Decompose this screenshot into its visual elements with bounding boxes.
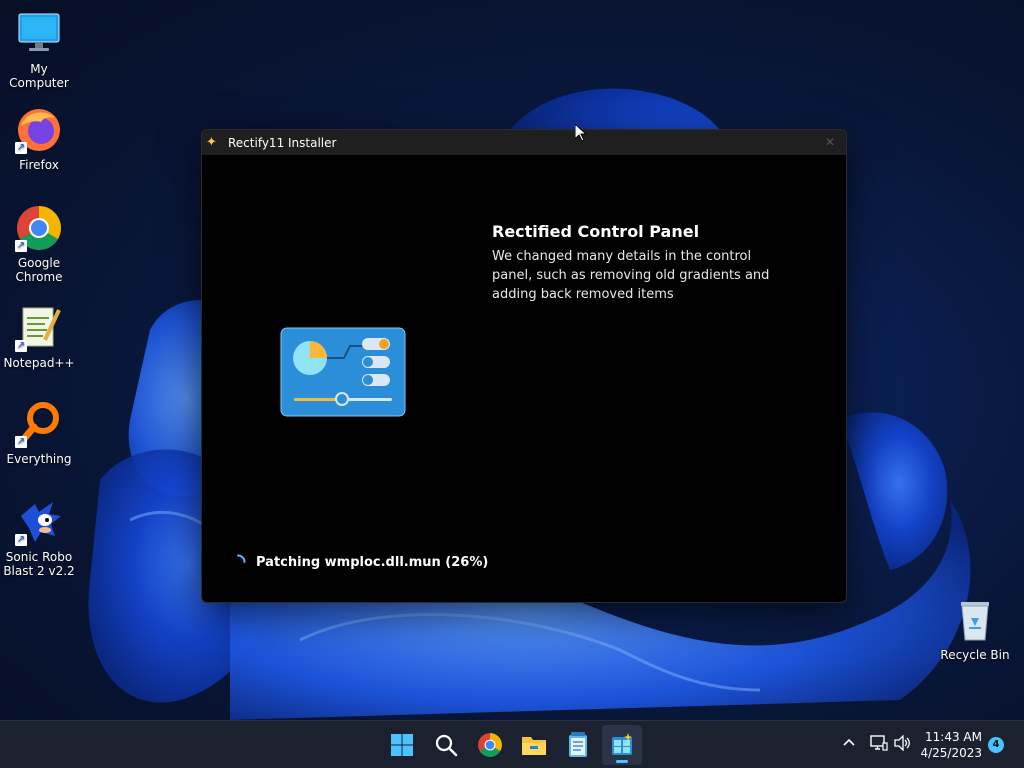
desktop-icon-label: Everything bbox=[6, 452, 72, 466]
shortcut-arrow-icon: ↗ bbox=[15, 436, 27, 448]
chevron-up-icon bbox=[843, 738, 855, 746]
desktop-icon-firefox[interactable]: ↗ Firefox bbox=[0, 106, 78, 172]
clock[interactable]: 11:43 AM 4/25/2023 bbox=[920, 729, 982, 761]
sonic-icon: ↗ bbox=[15, 498, 63, 546]
desktop: My Computer ↗ Firefox ↗ Google Chrome ↗ … bbox=[0, 0, 1024, 720]
notepadpp-icon: ↗ bbox=[15, 304, 63, 352]
shortcut-arrow-icon: ↗ bbox=[15, 340, 27, 352]
desktop-icon-label: Firefox bbox=[19, 158, 59, 172]
installer-window[interactable]: ✦ Rectify11 Installer ✕ Rectified Contro… bbox=[201, 129, 847, 603]
recycle-bin-icon bbox=[951, 596, 999, 644]
clock-time: 11:43 AM bbox=[925, 730, 982, 744]
spinner-icon bbox=[237, 554, 246, 563]
status-text: Patching wmploc.dll.mun (26%) bbox=[256, 554, 489, 570]
start-button[interactable] bbox=[382, 725, 422, 765]
volume-icon bbox=[894, 734, 910, 752]
volume-button[interactable] bbox=[894, 734, 912, 755]
desktop-icon-label: My Computer bbox=[9, 62, 69, 90]
mouse-cursor-icon bbox=[575, 124, 587, 142]
search-icon bbox=[435, 734, 458, 757]
taskbar-rectify11-button[interactable] bbox=[602, 725, 642, 765]
taskbar: 11:43 AM 4/25/2023 4 bbox=[0, 720, 1024, 768]
desktop-icon-my-computer[interactable]: My Computer bbox=[0, 10, 78, 90]
desktop-icon-label: Notepad++ bbox=[3, 356, 75, 370]
shortcut-arrow-icon: ↗ bbox=[15, 142, 27, 154]
chrome-icon bbox=[478, 733, 502, 757]
network-icon bbox=[870, 735, 888, 751]
desktop-icon-everything[interactable]: ↗ Everything bbox=[0, 400, 78, 466]
taskbar-notepad-button[interactable] bbox=[558, 725, 598, 765]
desktop-icon-chrome[interactable]: ↗ Google Chrome bbox=[0, 204, 78, 284]
search-button[interactable] bbox=[426, 725, 466, 765]
feature-panel: Rectified Control Panel We changed many … bbox=[492, 222, 792, 304]
taskbar-file-explorer-button[interactable] bbox=[514, 725, 554, 765]
desktop-icon-label: Sonic Robo Blast 2 v2.2 bbox=[3, 550, 75, 578]
notepad-icon bbox=[569, 732, 587, 757]
show-hidden-icons-button[interactable] bbox=[842, 735, 856, 754]
start-icon bbox=[391, 734, 413, 756]
rectify11-icon bbox=[612, 733, 632, 755]
shortcut-arrow-icon: ↗ bbox=[15, 240, 27, 252]
desktop-icon-sonic[interactable]: ↗ Sonic Robo Blast 2 v2.2 bbox=[0, 498, 78, 578]
title-bar[interactable]: ✦ Rectify11 Installer ✕ bbox=[202, 130, 846, 155]
system-tray: 11:43 AM 4/25/2023 4 bbox=[824, 721, 1024, 768]
desktop-icon-label: Recycle Bin bbox=[940, 648, 1010, 662]
close-button[interactable]: ✕ bbox=[820, 133, 840, 151]
network-button[interactable] bbox=[870, 735, 888, 755]
chrome-icon: ↗ bbox=[15, 204, 63, 252]
clock-date: 4/25/2023 bbox=[920, 746, 982, 760]
progress-status: Patching wmploc.dll.mun (26%) bbox=[230, 554, 488, 570]
desktop-icon-label: Google Chrome bbox=[15, 256, 63, 284]
file-explorer-icon bbox=[522, 737, 546, 755]
feature-title: Rectified Control Panel bbox=[492, 222, 700, 241]
active-indicator bbox=[616, 760, 628, 763]
computer-icon bbox=[15, 10, 63, 58]
sparkle-icon: ✦ bbox=[206, 135, 217, 150]
firefox-icon: ↗ bbox=[15, 106, 63, 154]
control-panel-icon bbox=[280, 327, 406, 417]
shortcut-arrow-icon: ↗ bbox=[15, 534, 27, 546]
desktop-icon-recycle-bin[interactable]: Recycle Bin bbox=[936, 596, 1014, 662]
feature-description: We changed many details in the control p… bbox=[492, 249, 770, 302]
taskbar-chrome-button[interactable] bbox=[470, 725, 510, 765]
notification-badge[interactable]: 4 bbox=[988, 737, 1004, 753]
everything-icon: ↗ bbox=[15, 400, 63, 448]
window-title: Rectify11 Installer bbox=[228, 135, 337, 150]
desktop-icon-notepadpp[interactable]: ↗ Notepad++ bbox=[0, 304, 78, 370]
